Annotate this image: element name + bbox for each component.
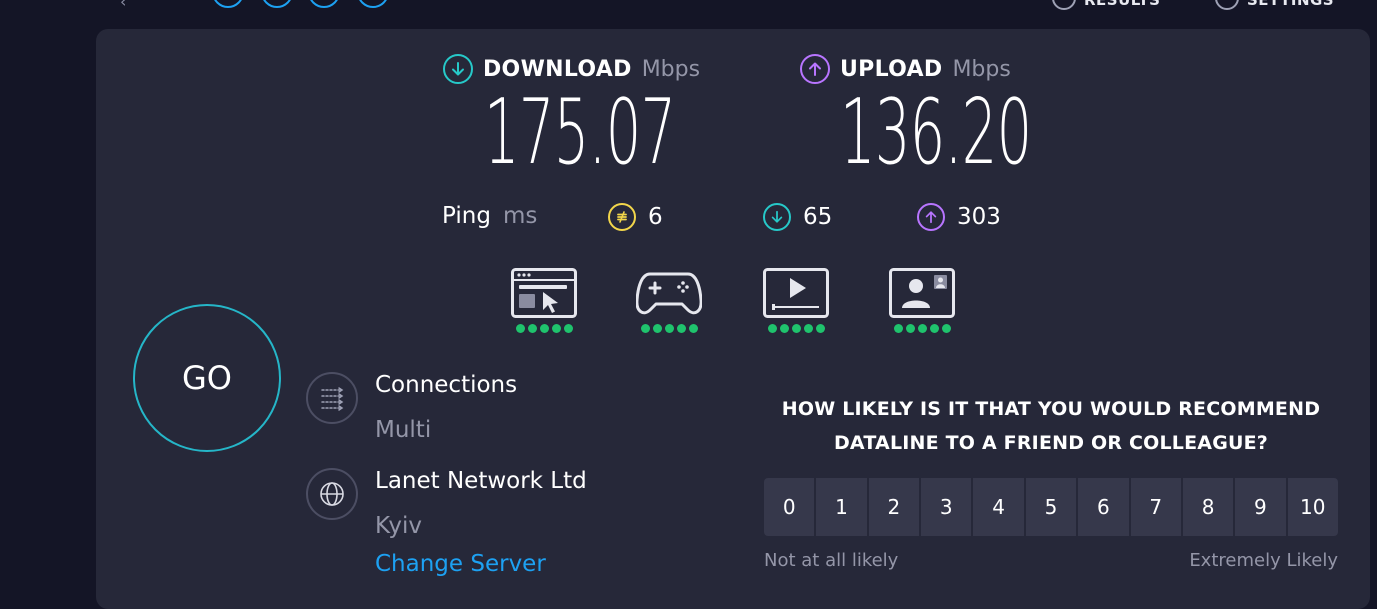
scale-option-8[interactable]: 8 [1182,478,1236,536]
quality-gaming [636,268,702,333]
scale-option-2[interactable]: 2 [868,478,922,536]
back-arrow-icon[interactable]: ‹ [120,0,126,11]
download-value: 175.07 [484,80,676,185]
scale-option-10[interactable]: 10 [1287,478,1338,536]
server-name: Lanet Network Ltd [375,468,587,494]
quality-video-call [889,268,955,333]
rating-dot [527,324,537,333]
rating-dot [551,324,561,333]
ping-download-value: 65 [803,204,833,230]
upload-value: 136.20 [840,80,1032,185]
recommend-scale: 0 1 2 3 4 5 6 7 8 9 10 [764,478,1338,536]
rating-dots [889,324,955,333]
connections-icon [306,372,358,424]
download-label: DOWNLOAD [483,56,632,82]
rating-dot [515,324,525,333]
scale-option-3[interactable]: 3 [921,478,974,536]
ping-download: 65 [763,203,832,231]
ping-label-group: Ping ms [442,203,537,229]
rating-dot [917,324,927,333]
download-unit: Mbps [641,56,701,82]
video-call-icon [889,268,955,318]
survey-question: HOW LIKELY IS IT THAT YOU WOULD RECOMMEN… [781,398,1321,454]
rating-dot [893,324,903,333]
gaming-controller-icon [636,272,702,315]
rating-dots [511,324,577,333]
rating-dot [929,324,939,333]
download-arrow-icon [443,54,473,84]
quality-streaming [763,268,829,333]
nav-results[interactable]: RESULTS [1052,0,1160,10]
top-bar: ‹ · · · RESULTS SETTINGS [0,0,1377,29]
ping-unit: ms [502,203,538,229]
globe-icon [306,468,358,520]
rating-dots [636,324,702,333]
rating-dot [664,324,674,333]
nav-settings[interactable]: SETTINGS [1215,0,1334,10]
connections-value[interactable]: Multi [375,417,431,443]
upload-unit: Mbps [952,56,1011,82]
ping-idle: 6 [608,203,663,231]
rating-dot [905,324,915,333]
scale-option-9[interactable]: 9 [1235,478,1288,536]
scale-high-label: Extremely Likely [1189,550,1338,571]
ping-upload: 303 [917,203,1001,231]
rating-dot [676,324,686,333]
ping-label: Ping [442,203,491,229]
rating-dots [763,324,829,333]
scale-option-0[interactable]: 0 [764,478,817,536]
app-icon[interactable] [357,0,389,8]
web-browsing-icon [511,268,577,318]
upload-arrow-icon [917,203,945,231]
scale-option-4[interactable]: 4 [973,478,1026,536]
upload-label: UPLOAD [840,56,943,82]
rating-dot [767,324,777,333]
app-icon[interactable] [261,0,293,8]
scale-option-1[interactable]: 1 [816,478,869,536]
scale-option-5[interactable]: 5 [1025,478,1079,536]
change-server-link[interactable]: Change Server [375,551,546,577]
video-streaming-icon [763,268,829,318]
gear-icon [1215,0,1239,10]
results-icon [1052,0,1076,10]
rating-dot [779,324,789,333]
rating-dot [563,324,573,333]
idle-latency-icon [608,203,636,231]
scale-option-7[interactable]: 7 [1130,478,1183,536]
rating-dot [815,324,825,333]
ping-upload-value: 303 [957,204,1001,230]
upload-arrow-icon [800,54,830,84]
rating-dot [640,324,650,333]
nav-settings-label: SETTINGS [1247,0,1335,9]
nav-results-label: RESULTS [1084,0,1161,9]
rating-dot [791,324,801,333]
rating-dot [803,324,813,333]
app-icon[interactable] [212,0,244,8]
app-icon[interactable] [308,0,340,8]
download-arrow-icon [763,203,791,231]
server-location: Kyiv [375,513,423,539]
go-button[interactable]: GO [133,304,281,452]
ping-idle-value: 6 [648,204,663,230]
rating-dot [652,324,662,333]
top-center-text: · · · [690,0,722,6]
scale-low-label: Not at all likely [764,550,899,571]
quality-browsing [511,268,577,333]
rating-dot [539,324,549,333]
scale-option-6[interactable]: 6 [1078,478,1131,536]
connections-title: Connections [375,372,518,398]
rating-dot [688,324,698,333]
rating-dot [941,324,951,333]
